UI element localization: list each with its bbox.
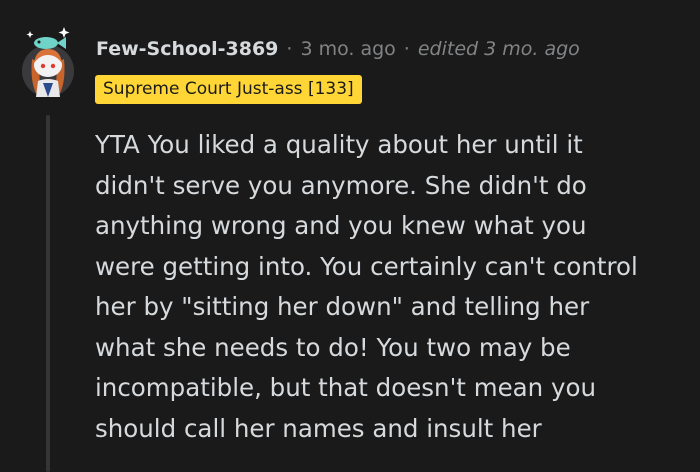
comment-body-line: anything wrong and you knew what you (95, 211, 587, 240)
meta-separator: · (403, 38, 410, 60)
comment-body: YTA You liked a quality about her until … (95, 125, 685, 449)
comment-body-line: didn't serve you anymore. She didn't do (95, 170, 587, 200)
comment: Few-School-3869 · 3 mo. ago · edited 3 m… (0, 0, 700, 472)
comment-meta: Few-School-3869 · 3 mo. ago · edited 3 m… (96, 34, 580, 64)
meta-separator: · (286, 38, 293, 60)
author-username[interactable]: Few-School-3869 (96, 38, 278, 60)
user-flair: Supreme Court Just-ass [133] (95, 75, 362, 104)
comment-timestamp[interactable]: 3 mo. ago (300, 38, 395, 60)
comment-body-line: should call her names and insult her (95, 413, 542, 443)
thread-collapse-line[interactable] (46, 115, 50, 472)
comment-body-line: were getting into. You certainly can't c… (95, 251, 638, 281)
user-avatar[interactable] (22, 23, 74, 97)
edited-timestamp: edited 3 mo. ago (417, 38, 580, 60)
comment-body-line: YTA You liked a quality about her until … (95, 130, 583, 159)
comment-body-line: what she needs to do! You two may be (95, 332, 571, 362)
snoo-avatar-icon (22, 27, 74, 97)
comment-body-line: incompatible, but that doesn't mean you (95, 373, 596, 402)
comment-body-line: her by "sitting her down" and telling he… (95, 292, 590, 321)
